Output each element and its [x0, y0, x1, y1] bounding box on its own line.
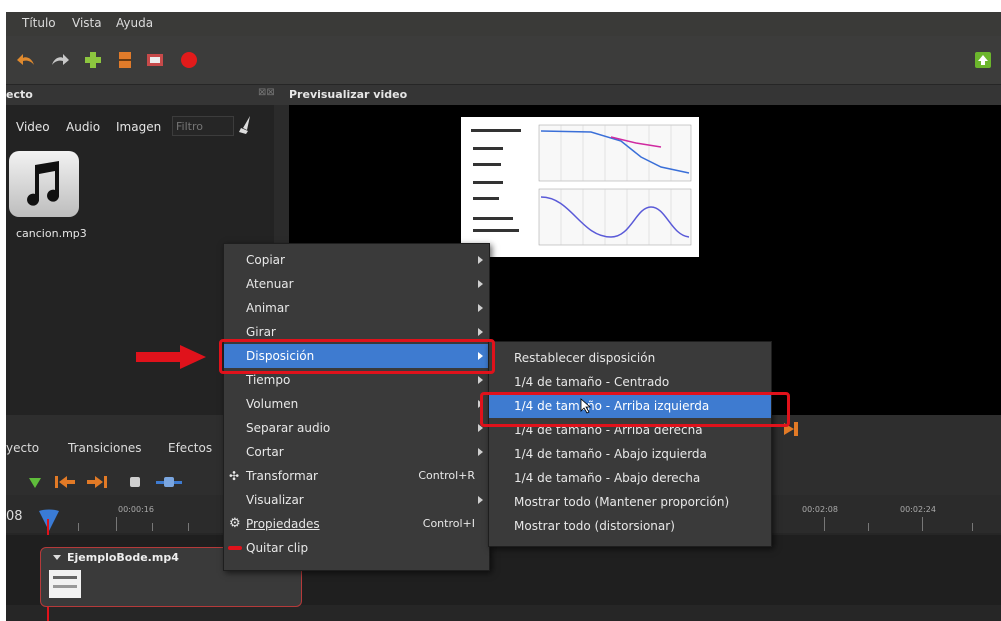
clip-menu-icon[interactable] [51, 551, 63, 563]
menu-item-transformar[interactable]: ✣ Transformar Control+R [224, 464, 489, 488]
layout-submenu: Restablecer disposición 1/4 de tamaño - … [488, 341, 772, 547]
submenu-item-restablecer[interactable]: Restablecer disposición [489, 346, 771, 370]
menu-titulo[interactable]: Título [22, 16, 56, 30]
tab-imagen[interactable]: Imagen [116, 120, 161, 134]
tab-transiciones[interactable]: Transiciones [68, 441, 142, 455]
jump-end-icon[interactable] [86, 475, 108, 489]
annotation-box-disposicion [219, 339, 495, 374]
clear-filter-icon[interactable] [238, 115, 254, 135]
bode-plot-thumbnail [471, 124, 692, 246]
panel-header-bar: ecto ⊠⊠ Previsualizar video [6, 85, 1001, 105]
tab-audio[interactable]: Audio [66, 120, 100, 134]
record-icon[interactable] [178, 50, 200, 70]
undo-icon[interactable] [16, 50, 38, 70]
annotation-arrow-icon [136, 345, 206, 369]
add-marker-icon[interactable] [28, 477, 42, 489]
upload-icon[interactable] [972, 50, 994, 70]
menu-item-animar[interactable]: Animar [224, 296, 489, 320]
clip-name: EjemploBode.mp4 [67, 551, 179, 564]
panel-float-icon[interactable]: ⊠⊠ [258, 87, 275, 98]
submenu-item-mostrar-todo-distorsionar[interactable]: Mostrar todo (distorsionar) [489, 514, 771, 538]
ruler-tick-label: 00:00:16 [118, 505, 154, 514]
preview-frame-bode [461, 117, 699, 257]
submenu-item-abajo-izquierda[interactable]: 1/4 de tamaño - Abajo izquierda [489, 442, 771, 466]
tab-proyecto[interactable]: yecto [6, 441, 39, 455]
annotation-box-arriba-izquierda [480, 392, 790, 427]
ruler-tick-label: 00:02:24 [900, 505, 936, 514]
preview-title: Previsualizar video [289, 88, 408, 101]
file-name-cancion[interactable]: cancion.mp3 [16, 227, 87, 240]
shortcut-transformar: Control+R [418, 469, 475, 482]
project-files-title: ecto [6, 88, 33, 101]
menubar: Título Vista Ayuda [6, 12, 1001, 36]
move-icon: ✣ [229, 469, 240, 483]
music-note-icon [27, 161, 60, 206]
playhead-icon[interactable] [38, 509, 60, 533]
context-menu: Copiar Atenuar Animar Girar Disposición … [223, 243, 490, 571]
remove-icon [228, 546, 242, 550]
tab-video[interactable]: Video [16, 120, 50, 134]
export-film-icon[interactable] [114, 50, 136, 70]
ruler-tick-label: 00:02:08 [802, 505, 838, 514]
zoom-slider-handle[interactable] [164, 477, 174, 487]
add-file-icon[interactable] [82, 50, 104, 70]
toolbar [6, 36, 1001, 85]
snap-toggle-icon[interactable] [130, 477, 140, 487]
menu-item-atenuar[interactable]: Atenuar [224, 272, 489, 296]
menu-item-visualizar[interactable]: Visualizar [224, 488, 489, 512]
redo-icon[interactable] [48, 50, 70, 70]
shortcut-propiedades: Control+I [422, 517, 475, 530]
menu-item-separar-audio[interactable]: Separar audio [224, 416, 489, 440]
filter-input[interactable] [172, 116, 234, 136]
menu-item-cortar[interactable]: Cortar [224, 440, 489, 464]
clip-thumbnail [49, 570, 81, 598]
tab-efectos[interactable]: Efectos [168, 441, 212, 455]
menu-item-volumen[interactable]: Volumen [224, 392, 489, 416]
menu-vista[interactable]: Vista [72, 16, 102, 30]
menu-item-propiedades[interactable]: ⚙ Propiedades Control+I [224, 512, 489, 536]
gear-icon: ⚙ [229, 516, 241, 531]
submenu-item-centrado[interactable]: 1/4 de tamaño - Centrado [489, 370, 771, 394]
menu-item-quitar-clip[interactable]: Quitar clip [224, 536, 489, 560]
file-thumbnail-cancion[interactable] [9, 151, 79, 217]
ruler-start-label: 08 [6, 509, 23, 524]
jump-start-icon[interactable] [54, 475, 76, 489]
submenu-item-abajo-derecha[interactable]: 1/4 de tamaño - Abajo derecha [489, 466, 771, 490]
menu-ayuda[interactable]: Ayuda [116, 16, 153, 30]
submenu-item-mostrar-todo-proporcion[interactable]: Mostrar todo (Mantener proporción) [489, 490, 771, 514]
menu-item-copiar[interactable]: Copiar [224, 248, 489, 272]
fullscreen-icon[interactable] [144, 50, 166, 70]
